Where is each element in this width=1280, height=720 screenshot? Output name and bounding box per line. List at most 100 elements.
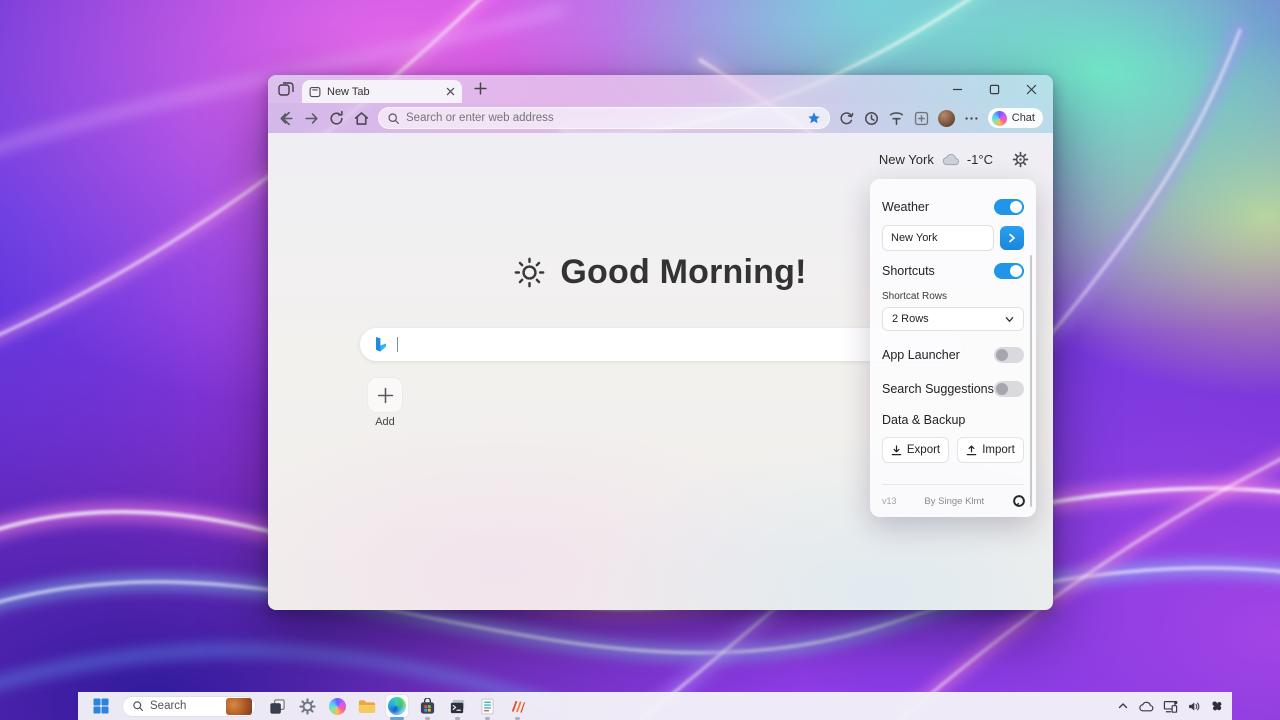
tab-strip: New Tab xyxy=(268,75,1053,103)
terminal-taskbar-button[interactable] xyxy=(445,694,469,718)
tab-actions-icon[interactable] xyxy=(278,81,294,97)
close-button[interactable] xyxy=(1026,84,1037,95)
export-button[interactable]: Export xyxy=(882,437,949,463)
chevron-down-icon xyxy=(1005,315,1014,324)
history-icon[interactable] xyxy=(863,110,880,127)
shortcut-rows-select[interactable]: 2 Rows xyxy=(882,307,1024,331)
file-explorer-button[interactable] xyxy=(355,694,379,718)
address-input[interactable] xyxy=(406,112,801,124)
terminal-icon xyxy=(449,698,466,715)
weather-city: New York xyxy=(879,152,934,167)
notepad-taskbar-button[interactable] xyxy=(475,694,499,718)
copilot-chat-button[interactable]: Chat xyxy=(988,108,1043,128)
windows-logo-icon xyxy=(93,698,109,714)
tab-new-tab[interactable]: New Tab xyxy=(302,80,462,103)
search-highlight-thumbnail xyxy=(226,698,252,715)
search-suggestions-toggle[interactable] xyxy=(994,381,1024,397)
maximize-button[interactable] xyxy=(989,84,1000,95)
more-menu-icon[interactable] xyxy=(963,110,980,127)
toggle-knob xyxy=(996,383,1008,395)
chat-label: Chat xyxy=(1012,112,1035,124)
new-tab-button[interactable] xyxy=(474,82,487,95)
download-icon xyxy=(891,445,902,456)
search-caret xyxy=(397,337,398,352)
favorite-star-icon[interactable] xyxy=(807,111,821,125)
refresh-icon[interactable] xyxy=(328,110,345,127)
github-icon[interactable] xyxy=(1012,494,1026,508)
taskbar-search-label: Search xyxy=(150,700,220,712)
start-button[interactable] xyxy=(89,694,113,718)
credit-label: By Singe Klmt xyxy=(897,496,1012,507)
media-app-taskbar-button[interactable] xyxy=(505,694,529,718)
shortcuts-setting-row: Shortcuts xyxy=(882,263,1024,279)
task-view-button[interactable] xyxy=(265,694,289,718)
version-label: v13 xyxy=(882,496,897,506)
export-label: Export xyxy=(907,444,940,456)
add-shortcut-button[interactable] xyxy=(367,377,403,413)
address-bar[interactable] xyxy=(378,107,830,129)
tab-close-icon[interactable] xyxy=(446,87,455,96)
tab-title: New Tab xyxy=(327,86,440,98)
taskbar-search-box[interactable]: Search xyxy=(122,696,256,717)
shortcuts-toggle[interactable] xyxy=(994,263,1024,279)
toggle-knob xyxy=(996,349,1008,361)
tray-chevron-up-icon[interactable] xyxy=(1117,700,1129,712)
microsoft-store-icon xyxy=(419,698,436,715)
tab-favicon xyxy=(309,86,321,98)
browser-window: New Tab xyxy=(268,75,1053,610)
tray-app-icon[interactable] xyxy=(1210,699,1224,713)
weather-city-apply-button[interactable] xyxy=(1000,226,1024,250)
store-taskbar-button[interactable] xyxy=(415,694,439,718)
web-select-icon[interactable] xyxy=(888,110,905,127)
cloud-icon xyxy=(941,153,960,166)
browser-toolbar: Chat xyxy=(268,103,1053,133)
back-icon[interactable] xyxy=(278,110,295,127)
search-icon xyxy=(387,112,400,125)
search-suggestions-label: Search Suggestions xyxy=(882,382,994,396)
import-label: Import xyxy=(982,444,1015,456)
system-tray xyxy=(1117,692,1224,720)
forward-icon[interactable] xyxy=(303,110,320,127)
browser-essentials-icon[interactable] xyxy=(838,110,855,127)
plus-icon xyxy=(377,387,394,404)
new-tab-page: New York -1°C xyxy=(268,133,1053,610)
profile-avatar[interactable] xyxy=(938,110,955,127)
settings-button[interactable] xyxy=(295,694,319,718)
shortcuts-setting-label: Shortcuts xyxy=(882,264,935,278)
add-shortcut-label: Add xyxy=(367,416,403,428)
copilot-icon xyxy=(992,111,1007,126)
import-button[interactable]: Import xyxy=(957,437,1024,463)
bing-icon xyxy=(372,336,388,353)
onedrive-cloud-icon[interactable] xyxy=(1138,701,1154,712)
notepad-icon xyxy=(480,698,495,715)
window-controls xyxy=(952,84,1053,103)
copilot-taskbar-button[interactable] xyxy=(325,694,349,718)
taskbar: Search xyxy=(78,692,1232,720)
minimize-button[interactable] xyxy=(952,84,963,95)
weather-temperature: -1°C xyxy=(967,152,993,167)
panel-footer: v13 By Singe Klmt xyxy=(882,492,1026,510)
weather-settings-gear-icon[interactable] xyxy=(1012,151,1029,168)
panel-scrollbar[interactable] xyxy=(1030,255,1032,507)
network-cast-icon[interactable] xyxy=(1163,700,1178,713)
app-launcher-setting-row: App Launcher xyxy=(882,347,1024,363)
toggle-knob xyxy=(1010,265,1022,277)
folder-icon xyxy=(358,699,376,714)
sun-icon xyxy=(514,257,545,288)
volume-icon[interactable] xyxy=(1187,700,1201,713)
weather-toggle[interactable] xyxy=(994,199,1024,215)
panel-divider xyxy=(882,484,1024,485)
upload-icon xyxy=(966,445,977,456)
weather-setting-label: Weather xyxy=(882,200,929,214)
home-icon[interactable] xyxy=(353,110,370,127)
weather-widget: New York -1°C xyxy=(879,151,1029,168)
toggle-knob xyxy=(1010,201,1022,213)
collections-icon[interactable] xyxy=(913,110,930,127)
weather-city-input[interactable] xyxy=(882,225,994,251)
edge-taskbar-button[interactable] xyxy=(385,694,409,718)
weather-setting-row: Weather xyxy=(882,199,1024,215)
app-launcher-toggle[interactable] xyxy=(994,347,1024,363)
striped-w-icon xyxy=(509,698,526,715)
shortcut-rows-value: 2 Rows xyxy=(892,313,929,325)
backup-buttons-row: Export Import xyxy=(882,437,1024,463)
